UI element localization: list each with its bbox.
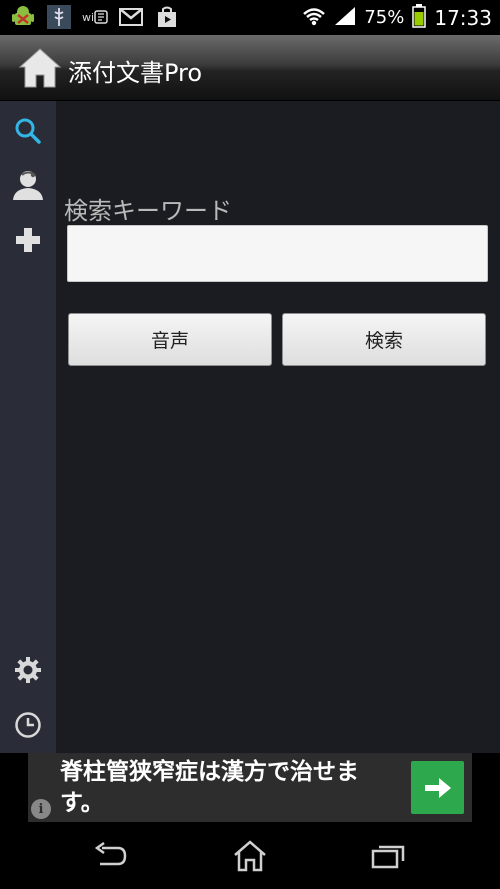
- ad-margin-left: [0, 753, 28, 822]
- ad-info-icon[interactable]: i: [31, 799, 51, 819]
- wifi-chip-label: wi: [82, 11, 94, 24]
- gmail-icon: [118, 4, 144, 30]
- clock-icon[interactable]: [10, 707, 46, 743]
- app-title: 添付文書Pro: [68, 59, 203, 87]
- plus-icon[interactable]: [10, 222, 46, 258]
- status-bar: wi 75% 17:33: [0, 0, 500, 35]
- keyword-input[interactable]: [67, 225, 488, 282]
- back-icon[interactable]: [90, 838, 130, 874]
- search-panel: 検索キーワード 音声 検索: [56, 101, 500, 753]
- arrow-right-icon: [424, 777, 451, 798]
- ad-arrow-button[interactable]: [411, 761, 464, 814]
- battery-percent: 75%: [364, 7, 405, 28]
- android-debug-icon: [10, 4, 36, 30]
- doctor-icon[interactable]: [10, 167, 46, 203]
- wifi-signal-icon: [302, 6, 326, 30]
- ad-margin-right: [472, 753, 500, 822]
- status-indicators: 75% 17:33: [302, 0, 492, 35]
- recent-apps-icon[interactable]: [368, 838, 408, 874]
- app-notification-icon: [46, 4, 72, 30]
- ad-text[interactable]: 脊柱管狭窄症は漢方で治せます。: [60, 757, 400, 819]
- search-icon[interactable]: [10, 113, 46, 149]
- voice-button[interactable]: 音声: [68, 313, 272, 366]
- home-icon[interactable]: [18, 47, 62, 89]
- cell-signal-icon: [334, 6, 356, 30]
- home-icon[interactable]: [230, 838, 270, 874]
- keyword-label: 検索キーワード: [64, 197, 232, 225]
- wifi-direct-icon: wi: [82, 4, 108, 30]
- side-rail: [0, 101, 56, 753]
- gear-icon[interactable]: [10, 652, 46, 688]
- notification-icons: wi: [10, 4, 180, 30]
- search-button[interactable]: 検索: [282, 313, 486, 366]
- battery-icon: [412, 3, 427, 32]
- ad-banner[interactable]: 脊柱管狭窄症は漢方で治せます。 i: [28, 753, 472, 822]
- play-store-icon: [154, 4, 180, 30]
- navigation-bar: [0, 822, 500, 889]
- status-clock: 17:33: [434, 5, 492, 30]
- action-bar: 添付文書Pro: [0, 35, 500, 101]
